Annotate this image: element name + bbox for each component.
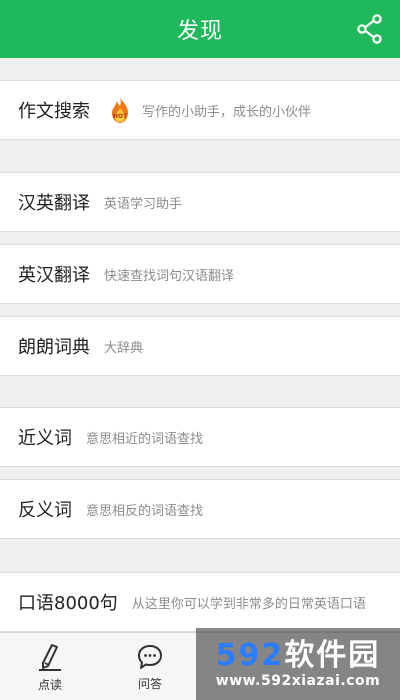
list-item-title: 朗朗词典 xyxy=(18,337,90,358)
list-item-desc: 快速查找词句汉语翻译 xyxy=(104,268,235,284)
svg-text:HOT: HOT xyxy=(113,113,128,120)
list-item-desc: 意思相近的词语查找 xyxy=(86,431,204,447)
chat-bubble-icon xyxy=(138,644,162,669)
list-item-synonyms[interactable]: 近义词 意思相近的词语查找 xyxy=(0,407,400,467)
list-item-cn-en-translate[interactable]: 汉英翻译 英语学习助手 xyxy=(0,172,400,232)
page-title: 发现 xyxy=(176,19,223,44)
list-item-desc: 大辞典 xyxy=(104,340,144,356)
watermark-logo: 592软件园 xyxy=(216,639,381,673)
share-icon xyxy=(357,14,382,44)
list-item-dictionary[interactable]: 朗朗词典 大辞典 xyxy=(0,316,400,376)
list-item-desc: 从这里你可以学到非常多的日常英语口语 xyxy=(131,596,366,612)
list-item-en-cn-translate[interactable]: 英汉翻译 快速查找词句汉语翻译 xyxy=(0,244,400,304)
pencil-icon xyxy=(39,643,61,671)
watermark-text: 软件园 xyxy=(284,638,381,673)
share-button[interactable] xyxy=(354,12,386,46)
list-item-title: 反义词 xyxy=(18,500,72,521)
tab-label: 问答 xyxy=(137,676,162,691)
list-item-title: 近义词 xyxy=(18,428,72,449)
tab-label: 点读 xyxy=(37,677,62,692)
list-item-desc: 意思相反的词语查找 xyxy=(86,503,204,519)
tab-qa[interactable]: 问答 xyxy=(100,633,200,700)
list-item-antonyms[interactable]: 反义词 意思相反的词语查找 xyxy=(0,479,400,539)
list-item-desc: 英语学习助手 xyxy=(104,196,183,212)
list-item-title: 口语8000句 xyxy=(18,593,118,614)
list-item-title: 作文搜索 xyxy=(18,101,90,122)
list-item-spoken-english[interactable]: 口语8000句 从这里你可以学到非常多的日常英语口语 xyxy=(0,572,400,632)
list-item-title: 英汉翻译 xyxy=(18,265,90,286)
list-item-title: 汉英翻译 xyxy=(18,193,90,214)
list-item-essay-search[interactable]: 作文搜索 HOT 写作的小助手，成长的小伙伴 xyxy=(0,80,400,140)
app-header: 发现 xyxy=(0,0,400,58)
site-watermark: 592软件园 www.592xiazai.com xyxy=(196,628,400,700)
watermark-number: 592 xyxy=(215,638,285,673)
list-item-desc: 写作的小助手，成长的小伙伴 xyxy=(142,104,312,120)
hot-badge-icon: HOT xyxy=(108,96,132,124)
watermark-url: www.592xiazai.com xyxy=(215,673,381,689)
tab-read[interactable]: 点读 xyxy=(0,633,100,700)
